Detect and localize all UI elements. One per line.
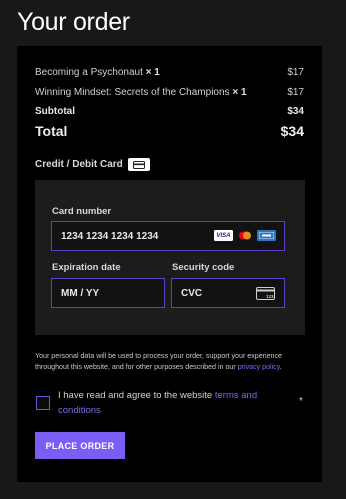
total-row: Total $34 xyxy=(35,123,304,139)
terms-checkbox[interactable] xyxy=(36,396,50,410)
total-value: $34 xyxy=(280,123,304,139)
item-name: Winning Mindset: Secrets of the Champion… xyxy=(35,87,230,98)
item-qty: × 1 xyxy=(232,87,247,98)
expiration-label: Expiration date xyxy=(52,262,121,273)
visa-icon: VISA xyxy=(214,230,233,241)
card-number-placeholder: 1234 1234 1234 1234 xyxy=(61,230,159,242)
item-price: $17 xyxy=(287,67,304,78)
subtotal-value: $34 xyxy=(287,106,304,117)
card-number-label: Card number xyxy=(52,206,112,217)
mastercard-icon xyxy=(237,230,253,241)
terms-label: I have read and agree to the website ter… xyxy=(58,390,258,416)
cvc-card-icon: 123 xyxy=(256,287,275,303)
expiration-placeholder: MM / YY xyxy=(61,287,100,299)
card-details-form: Card number 1234 1234 1234 1234 VISA Exp… xyxy=(35,180,305,335)
privacy-policy-link[interactable]: privacy policy xyxy=(238,363,280,371)
payment-method-text: Credit / Debit Card xyxy=(35,159,123,170)
card-number-field[interactable]: 1234 1234 1234 1234 VISA xyxy=(51,221,285,251)
order-line-item: Winning Mindset: Secrets of the Champion… xyxy=(35,87,304,98)
subtotal-label: Subtotal xyxy=(35,106,75,117)
card-brands: VISA xyxy=(214,230,276,241)
security-code-label: Security code xyxy=(172,262,235,273)
svg-text:123: 123 xyxy=(266,294,274,299)
order-review-panel: Becoming a Psychonaut × 1 $17 Winning Mi… xyxy=(17,46,322,482)
total-label: Total xyxy=(35,123,68,139)
item-qty: × 1 xyxy=(145,67,160,78)
security-code-field[interactable]: CVC 123 xyxy=(171,278,285,308)
security-code-placeholder: CVC xyxy=(181,287,203,299)
page-title: Your order xyxy=(17,8,130,36)
order-line-item: Becoming a Psychonaut × 1 $17 xyxy=(35,67,304,78)
privacy-notice: Your personal data will be used to proce… xyxy=(35,352,282,371)
item-price: $17 xyxy=(287,87,304,98)
required-asterisk: * xyxy=(299,396,303,407)
credit-card-icon xyxy=(127,158,150,171)
item-name: Becoming a Psychonaut xyxy=(35,67,143,78)
subtotal-row: Subtotal $34 xyxy=(35,106,304,117)
payment-method-label[interactable]: Credit / Debit Card xyxy=(35,158,150,171)
expiration-field[interactable]: MM / YY xyxy=(51,278,165,308)
place-order-button[interactable]: PLACE ORDER xyxy=(35,432,125,459)
amex-icon xyxy=(257,230,276,241)
